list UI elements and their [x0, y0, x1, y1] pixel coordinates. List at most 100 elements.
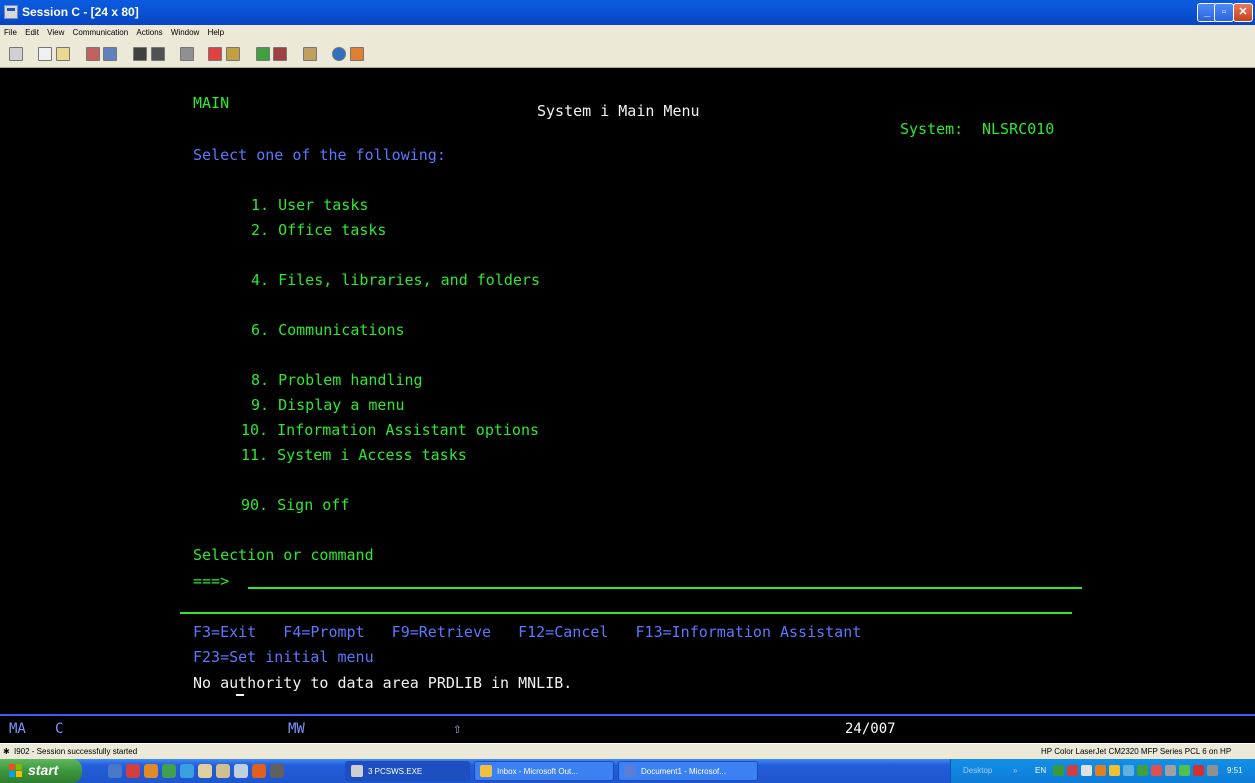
language-indicator[interactable]: EN — [1035, 759, 1046, 783]
taskbar-button-outlook[interactable]: Inbox - Microsoft Out... — [474, 761, 614, 781]
cursor — [236, 694, 244, 696]
receive-file-icon[interactable] — [103, 47, 117, 61]
session-status-icon: ✱ — [3, 747, 10, 756]
menu-window[interactable]: Window — [171, 25, 199, 40]
system-label: System: — [900, 120, 964, 138]
quicklaunch-icon-3[interactable] — [144, 764, 158, 778]
taskbar-button-label: Inbox - Microsoft Out... — [497, 767, 578, 776]
command-input-underline[interactable] — [248, 587, 1082, 589]
macro-icon[interactable] — [180, 47, 194, 61]
windows-flag-icon — [9, 764, 22, 777]
system-tray: Desktop » EN 9:51 — [950, 759, 1255, 783]
option-system-i-access[interactable]: 11. System i Access tasks — [241, 446, 467, 464]
close-button[interactable]: ✕ — [1233, 3, 1253, 22]
oia-mode: MA — [9, 721, 26, 737]
quicklaunch-icon-10[interactable] — [270, 764, 284, 778]
paste-icon[interactable] — [56, 47, 70, 61]
selection-label: Selection or command — [193, 546, 374, 564]
quicklaunch-icon-1[interactable] — [108, 764, 122, 778]
tray-icon-7[interactable] — [1137, 765, 1148, 776]
tray-icon-4[interactable] — [1095, 765, 1106, 776]
keyboard-icon[interactable] — [151, 47, 165, 61]
network-icon[interactable] — [1207, 765, 1218, 776]
quicklaunch-icon-8[interactable] — [234, 764, 248, 778]
document-icon[interactable] — [303, 47, 317, 61]
word-icon — [624, 765, 636, 777]
globe-icon[interactable] — [332, 47, 346, 61]
taskbar-button-pcsws[interactable]: 3 PCSWS.EXE — [345, 761, 470, 781]
quicklaunch-icon-2[interactable] — [126, 764, 140, 778]
start-label: start — [28, 762, 59, 778]
instruction-text: Select one of the following: — [193, 146, 446, 164]
status-bar: ✱ I902 - Session successfully started HP… — [0, 743, 1255, 759]
taskbar-button-label: 3 PCSWS.EXE — [368, 767, 423, 776]
taskbar: start 3 PCSWS.EXE Inbox - Microsoft Out.… — [0, 759, 1255, 783]
system-name: NLSRC010 — [982, 120, 1055, 138]
menu-file[interactable]: File — [4, 25, 17, 40]
oia-mw: MW — [288, 721, 305, 737]
tray-icon-10[interactable] — [1179, 765, 1190, 776]
option-display-menu[interactable]: 9. Display a menu — [251, 396, 405, 414]
option-office-tasks[interactable]: 2. Office tasks — [251, 221, 386, 239]
separator-line — [180, 612, 1072, 614]
shift-icon: ⇧ — [453, 721, 462, 737]
command-prompt: ===> — [193, 572, 230, 590]
quicklaunch-icon-9[interactable] — [252, 764, 266, 778]
function-keys-line-2: F23=Set initial menu — [193, 648, 374, 666]
print-screen-icon[interactable] — [9, 47, 23, 61]
tray-icon-1[interactable] — [1053, 765, 1064, 776]
record-macro-icon[interactable] — [208, 47, 222, 61]
quicklaunch-icon-6[interactable] — [198, 764, 212, 778]
menu-communication[interactable]: Communication — [73, 25, 129, 40]
quicklaunch-icon-7[interactable] — [216, 764, 230, 778]
option-files-libraries-folders[interactable]: 4. Files, libraries, and folders — [251, 271, 540, 289]
function-keys-line-1: F3=Exit F4=Prompt F9=Retrieve F12=Cancel… — [193, 623, 862, 641]
quicklaunch-icon-4[interactable] — [162, 764, 176, 778]
option-sign-off[interactable]: 90. Sign off — [241, 496, 349, 514]
menu-edit[interactable]: Edit — [25, 25, 39, 40]
option-problem-handling[interactable]: 8. Problem handling — [251, 371, 423, 389]
oia-session: C — [55, 721, 64, 737]
menu-view[interactable]: View — [47, 25, 64, 40]
operator-info-area: MA C MW ⇧ 24/007 — [0, 714, 1255, 743]
ie-icon[interactable] — [180, 764, 194, 778]
help-icon[interactable] — [350, 47, 364, 61]
chevron-icon[interactable]: » — [1013, 759, 1017, 783]
title-bar: Session C - [24 x 80] _ ▫ ✕ — [0, 0, 1255, 25]
option-communications[interactable]: 6. Communications — [251, 321, 405, 339]
start-button[interactable]: start — [0, 759, 82, 783]
clock[interactable]: 9:51 — [1227, 759, 1243, 783]
tray-icon-8[interactable] — [1151, 765, 1162, 776]
option-user-tasks[interactable]: 1. User tasks — [251, 196, 368, 214]
menu-help[interactable]: Help — [208, 25, 224, 40]
edit-macro-icon[interactable] — [273, 47, 287, 61]
error-message: No authority to data area PRDLIB in MNLI… — [193, 674, 573, 692]
stop-macro-icon[interactable] — [226, 47, 240, 61]
tray-icon-9[interactable] — [1165, 765, 1176, 776]
printer-status: HP Color LaserJet CM2320 MFP Series PCL … — [1041, 747, 1232, 756]
display-icon[interactable] — [133, 47, 147, 61]
desktop-toolbar-label[interactable]: Desktop — [963, 759, 992, 783]
send-file-icon[interactable] — [86, 47, 100, 61]
play-macro-icon[interactable] — [256, 47, 270, 61]
tray-icon-3[interactable] — [1081, 765, 1092, 776]
maximize-button[interactable]: ▫ — [1214, 3, 1234, 22]
tray-icon-5[interactable] — [1109, 765, 1120, 776]
screen-title: System i Main Menu — [537, 102, 700, 120]
menu-actions[interactable]: Actions — [136, 25, 162, 40]
session-icon[interactable] — [4, 5, 18, 19]
tray-icon-6[interactable] — [1123, 765, 1134, 776]
option-information-assistant[interactable]: 10. Information Assistant options — [241, 421, 539, 439]
window-title: Session C - [24 x 80] — [22, 5, 139, 19]
copy-icon[interactable] — [38, 47, 52, 61]
menu-bar: File Edit View Communication Actions Win… — [0, 25, 1255, 40]
menu-id: MAIN — [193, 94, 230, 112]
taskbar-button-label: Document1 - Microsof... — [641, 767, 726, 776]
tray-icon-11[interactable] — [1193, 765, 1204, 776]
outlook-icon — [480, 765, 492, 777]
cursor-position: 24/007 — [845, 721, 896, 737]
taskbar-button-word[interactable]: Document1 - Microsof... — [618, 761, 758, 781]
terminal-screen[interactable]: MAIN System i Main Menu System: NLSRC010… — [0, 68, 1255, 714]
tray-icon-2[interactable] — [1067, 765, 1078, 776]
pcsws-icon — [351, 765, 363, 777]
